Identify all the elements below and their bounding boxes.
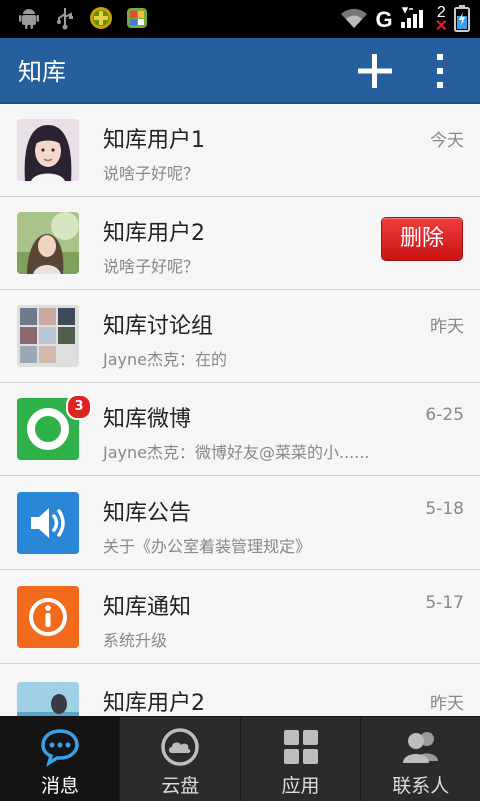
cloud-icon — [160, 727, 200, 767]
conversation-name: 知库公告 — [103, 501, 192, 526]
nav-label: 消息 — [40, 775, 79, 797]
conversation-row[interactable]: 知库公告 关于《办公室着装管理规定》 5-18 — [0, 477, 480, 570]
network-type-label: G — [375, 7, 393, 32]
info-circle-icon — [17, 586, 79, 648]
nav-label: 应用 — [281, 775, 320, 797]
wifi-icon — [339, 6, 369, 34]
bottom-navigation: 消息 云盘 应用 联系人 — [0, 716, 480, 801]
usb-icon — [52, 5, 78, 31]
conversation-name: 知库用户2 — [103, 691, 205, 716]
overflow-menu-button[interactable] — [418, 46, 462, 96]
conversation-name: 知库用户2 — [103, 221, 205, 246]
add-button[interactable] — [350, 46, 400, 96]
signal-icon — [399, 6, 429, 34]
android-debug-icon — [16, 5, 42, 31]
sim-indicator: 2 ✕ — [434, 5, 448, 35]
notification-icons — [16, 5, 150, 31]
contacts-icon — [401, 727, 441, 767]
delete-button[interactable]: 删除 — [381, 217, 463, 261]
speaker-icon — [17, 492, 79, 554]
sim-error-mark: ✕ — [434, 18, 448, 35]
announcement-avatar — [17, 492, 79, 554]
group-avatar — [17, 305, 79, 367]
conversation-row[interactable]: 知库用户1 说啥子好呢？ 今天 — [0, 104, 480, 197]
nav-tab-cloud[interactable]: 云盘 — [120, 717, 241, 801]
conversation-row[interactable]: 知库用户2 说啥子好呢？ 删除 — [0, 197, 480, 290]
message-preview: 关于《办公室着装管理规定》 — [103, 537, 312, 556]
conversation-name: 知库微博 — [103, 407, 192, 432]
conversation-list[interactable]: 知库用户1 说啥子好呢？ 今天 知库用户2 说啥子好呢？ 删除 知库讨论组 Ja… — [0, 104, 480, 716]
status-bar: G 2 ✕ — [0, 0, 480, 38]
system-indicators: G 2 ✕ — [339, 4, 470, 36]
app-store-icon — [124, 5, 150, 31]
nav-label: 云盘 — [161, 775, 200, 797]
game-controller-icon — [88, 5, 114, 31]
battery-charging-icon — [454, 4, 470, 36]
message-time: 5-18 — [425, 499, 464, 519]
message-preview: Jayne杰克：微博好友@菜菜的小...... — [103, 443, 370, 462]
more-vertical-icon — [437, 54, 443, 88]
message-preview: 说啥子好呢？ — [103, 257, 200, 276]
message-preview: 系统升级 — [103, 631, 168, 650]
conversation-row[interactable]: 知库用户2 昨天 — [0, 667, 480, 716]
conversation-row[interactable]: 3 知库微博 Jayne杰克：微博好友@菜菜的小...... 6-25 — [0, 383, 480, 476]
message-preview: Jayne杰克：在的 — [103, 350, 227, 369]
user-avatar — [17, 119, 79, 181]
nav-label: 联系人 — [392, 775, 450, 797]
message-time: 6-25 — [425, 405, 464, 425]
user-avatar — [17, 682, 79, 716]
message-time: 昨天 — [430, 694, 464, 714]
nav-tab-messages[interactable]: 消息 — [0, 717, 121, 801]
nav-tab-contacts[interactable]: 联系人 — [361, 717, 480, 801]
conversation-row[interactable]: 知库通知 系统升级 5-17 — [0, 571, 480, 664]
app-title: 知库 — [18, 58, 66, 86]
apps-grid-icon — [281, 727, 321, 767]
user-avatar — [17, 212, 79, 274]
conversation-name: 知库通知 — [103, 595, 192, 620]
conversation-name: 知库讨论组 — [103, 314, 214, 339]
message-time: 昨天 — [430, 317, 464, 337]
message-preview: 说啥子好呢？ — [103, 164, 200, 183]
notice-avatar — [17, 586, 79, 648]
message-icon — [40, 727, 80, 767]
app-bar: 知库 — [0, 38, 480, 104]
conversation-row[interactable]: 知库讨论组 Jayne杰克：在的 昨天 — [0, 290, 480, 383]
plus-icon — [358, 54, 392, 88]
unread-badge: 3 — [66, 394, 92, 420]
message-time: 5-17 — [425, 593, 464, 613]
message-time: 今天 — [430, 131, 464, 151]
nav-tab-apps[interactable]: 应用 — [241, 717, 361, 801]
conversation-name: 知库用户1 — [103, 128, 205, 153]
